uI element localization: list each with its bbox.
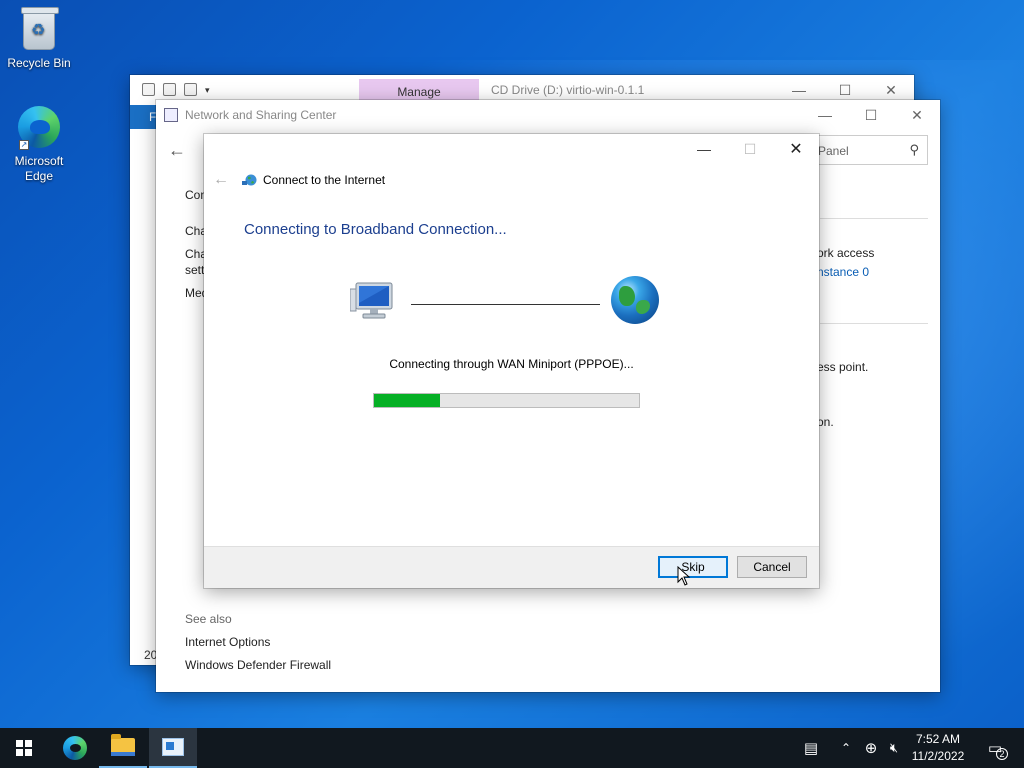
nsc-titlebar: Network and Sharing Center — ☐ ✕ [156, 100, 940, 130]
notification-count-badge: 2 [996, 748, 1008, 760]
taskbar-edge-button[interactable] [51, 728, 99, 768]
skip-button[interactable]: Skip [658, 556, 728, 578]
progress-fill [374, 394, 441, 407]
close-button[interactable]: ✕ [894, 100, 940, 130]
taskbar: ▤ ⌃ ⊕ 🔇︎ 7:52 AM 11/2/2022 ▭ 2 [0, 728, 1024, 768]
mouse-cursor-icon [677, 566, 691, 586]
clock-time: 7:52 AM [915, 732, 961, 746]
close-button[interactable]: ✕ [773, 134, 819, 164]
link-internet-options[interactable]: Internet Options [185, 635, 270, 649]
clock-date: 11/2/2022 [911, 749, 965, 763]
search-icon[interactable]: ⚲ [909, 142, 919, 158]
cancel-button[interactable]: Cancel [737, 556, 807, 578]
search-input[interactable]: Panel ⚲ [809, 135, 928, 165]
connection-progress-bar [373, 393, 640, 408]
taskbar-network-center-button[interactable] [149, 728, 197, 768]
explorer-title: CD Drive (D:) virtio-win-0.1.1 [491, 83, 645, 97]
recycle-bin-icon [17, 7, 61, 52]
show-hidden-icons-icon[interactable]: ⌃ [836, 728, 856, 768]
new-folder-icon[interactable] [184, 83, 197, 96]
network-icon [164, 108, 178, 122]
dialog-titlebar: — ☐ ✕ [204, 134, 819, 166]
back-arrow-icon[interactable]: ← [168, 140, 186, 161]
back-arrow-icon[interactable]: ← [213, 171, 229, 189]
control-panel-icon [162, 738, 184, 756]
edge-icon: ↗ [17, 106, 61, 150]
customize-toolbar-icon[interactable]: ▾ [205, 83, 210, 96]
maximize-button[interactable]: ☐ [848, 100, 894, 130]
dialog-footer: Skip Cancel [204, 546, 819, 588]
connect-to-internet-dialog: — ☐ ✕ ← Connect to the Internet Connecti… [204, 134, 819, 588]
minimize-button[interactable]: — [802, 100, 848, 130]
folder-icon [111, 734, 135, 756]
desktop-icon-edge[interactable]: ↗ Microsoft Edge [4, 106, 74, 184]
drive-icon [142, 83, 155, 96]
see-also-heading: See also [185, 612, 232, 626]
connection-heading: Connecting to Broadband Connection... [244, 221, 507, 238]
volume-muted-icon[interactable]: 🔇︎ [884, 728, 904, 768]
desktop-icon-label: Recycle Bin [7, 56, 71, 70]
computer-icon [350, 282, 393, 319]
search-placeholder: Panel [818, 144, 849, 158]
connection-link[interactable]: nstance 0 [817, 265, 869, 279]
divider [820, 323, 928, 324]
network-globe-icon[interactable]: ⊕ [860, 728, 882, 768]
access-type-label: ork access [817, 246, 875, 260]
nsc-title: Network and Sharing Center [185, 108, 337, 122]
edge-icon [63, 736, 87, 760]
troubleshoot-text: on. [817, 415, 834, 429]
notifications-icon[interactable]: ▭ 2 [980, 728, 1010, 768]
setup-text: ess point. [817, 360, 869, 374]
link-windows-defender-firewall[interactable]: Windows Defender Firewall [185, 658, 331, 672]
desktop-icon-recycle-bin[interactable]: Recycle Bin [4, 7, 74, 70]
connection-status-text: Connecting through WAN Miniport (PPPOE).… [389, 357, 634, 371]
windows-logo-icon [16, 740, 32, 756]
taskbar-file-explorer-button[interactable] [99, 728, 147, 768]
taskbar-clock[interactable]: 7:52 AM 11/2/2022 [902, 731, 974, 765]
minimize-button[interactable]: — [681, 134, 727, 164]
properties-icon[interactable] [163, 83, 176, 96]
globe-icon [611, 276, 659, 324]
start-button[interactable] [0, 728, 48, 768]
sidebar-item-settings[interactable]: sett [185, 263, 204, 277]
maximize-button: ☐ [743, 140, 757, 157]
connection-line [411, 304, 600, 305]
internet-connection-icon [242, 174, 257, 186]
dialog-title: Connect to the Internet [263, 173, 386, 187]
divider [820, 218, 928, 219]
news-widget-icon[interactable]: ▤ [796, 728, 826, 768]
desktop-icon-label: Microsoft Edge [14, 154, 64, 183]
